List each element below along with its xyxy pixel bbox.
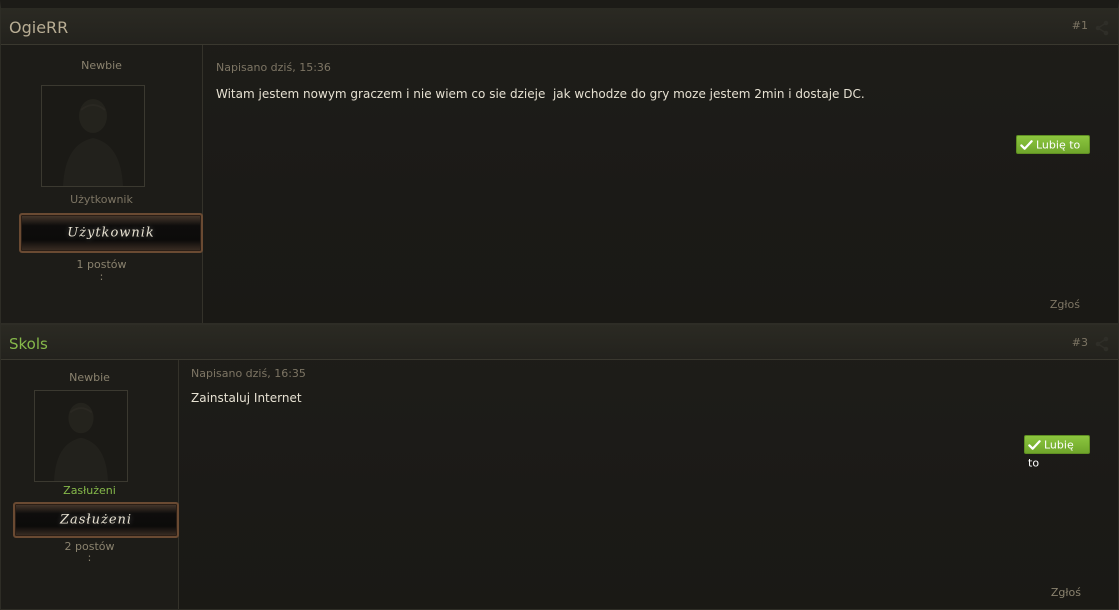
post-number-link[interactable]: #1 xyxy=(1072,19,1088,32)
check-icon xyxy=(1028,440,1041,450)
post-date: Napisano dziś, 15:36 xyxy=(216,61,331,74)
post-header: OgieRR #1 xyxy=(1,8,1118,45)
member-group: Zasłużeni xyxy=(63,484,116,497)
group-badge: Zasłużeni xyxy=(13,502,179,538)
forum-post: OgieRR #1 Newbie Użytkownik Użytkownik 1… xyxy=(0,0,1119,324)
post-date: Napisano dziś, 16:35 xyxy=(191,367,306,380)
post-body: Napisano dziś, 15:36 Witam jestem nowym … xyxy=(203,45,1118,323)
like-button-label: Lubię to xyxy=(1036,138,1081,152)
author-info-column: Newbie Użytkownik Użytkownik 1 postów : xyxy=(1,45,203,323)
member-rank: Newbie xyxy=(69,371,110,384)
custom-field-separator: : xyxy=(99,270,104,283)
post-body: Napisano dziś, 16:35 Zainstaluj Internet… xyxy=(179,360,1118,609)
post-content: Witam jestem nowym graczem i nie wiem co… xyxy=(216,87,865,101)
member-group: Użytkownik xyxy=(70,193,133,206)
member-rank: Newbie xyxy=(81,59,122,72)
avatar-silhouette-icon xyxy=(43,86,143,186)
share-icon[interactable] xyxy=(1094,336,1110,352)
post-number-link[interactable]: #3 xyxy=(1072,336,1088,349)
group-badge-label: Użytkownik xyxy=(67,225,155,241)
share-icon[interactable] xyxy=(1094,20,1110,36)
post-content: Zainstaluj Internet xyxy=(191,391,302,405)
like-button[interactable]: Lubię to xyxy=(1016,135,1090,154)
avatar-silhouette-icon xyxy=(36,391,126,481)
author-info-column: Newbie Zasłużeni Zasłużeni 2 postów : xyxy=(1,360,179,609)
avatar[interactable] xyxy=(34,390,128,482)
post-header: Skols #3 xyxy=(1,325,1118,360)
author-name-link[interactable]: Skols xyxy=(9,335,48,353)
report-link[interactable]: Zgłoś xyxy=(1051,586,1081,599)
group-badge: Użytkownik xyxy=(19,213,203,253)
author-name-link[interactable]: OgieRR xyxy=(9,18,68,37)
group-badge-label: Zasłużeni xyxy=(59,512,133,528)
check-icon xyxy=(1020,140,1033,150)
custom-field-separator: : xyxy=(87,551,92,564)
avatar[interactable] xyxy=(41,85,145,187)
forum-post: Skols #3 Newbie Zasłużeni Zasłużeni 2 po… xyxy=(0,324,1119,610)
like-button[interactable]: Lubię to xyxy=(1024,435,1090,469)
report-link[interactable]: Zgłoś xyxy=(1050,298,1080,311)
